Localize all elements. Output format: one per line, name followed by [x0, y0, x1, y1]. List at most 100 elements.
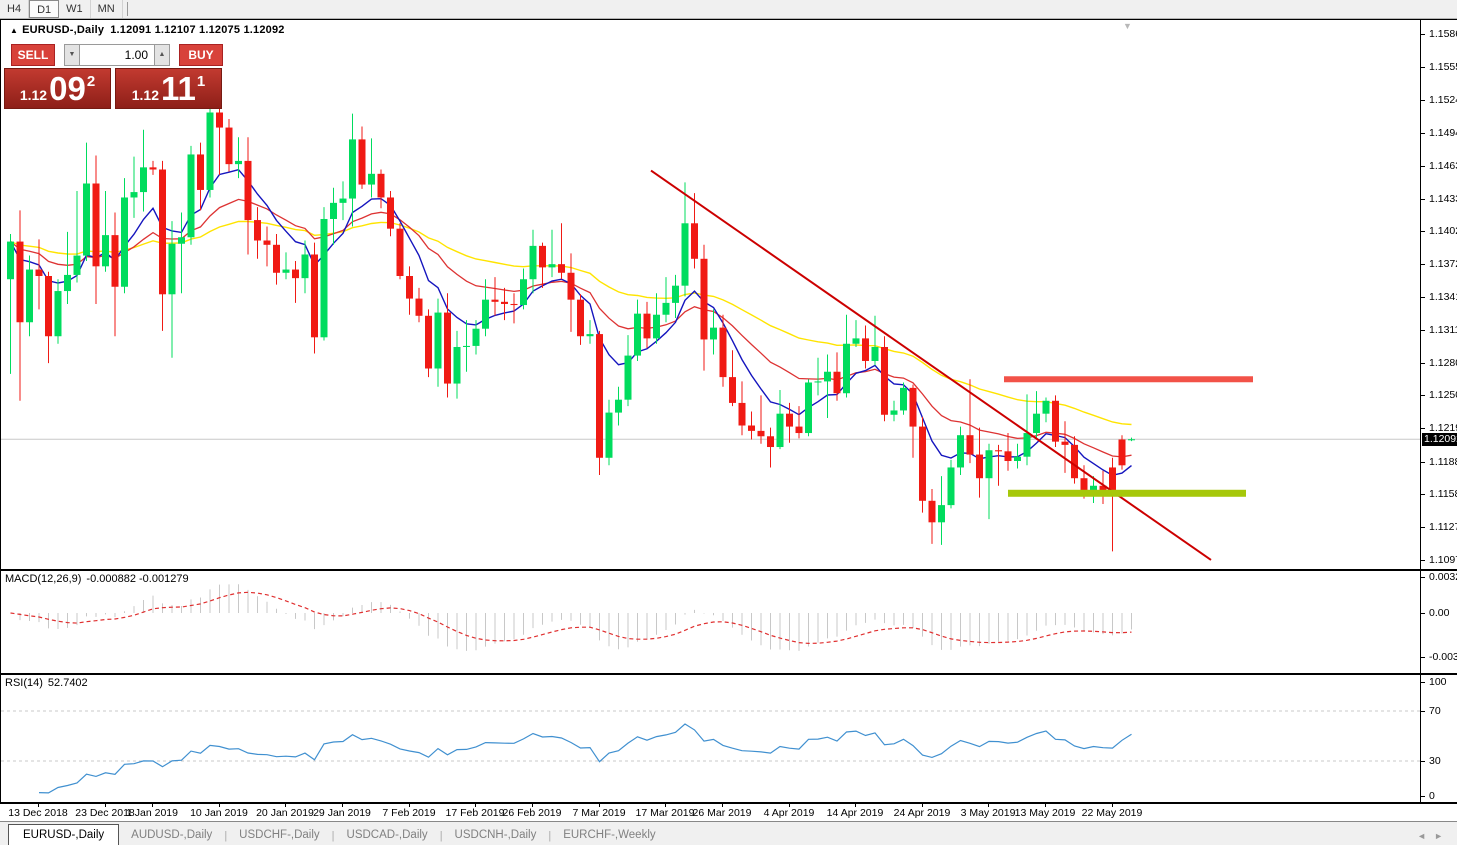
axis-tick-label: 1.12805 [1429, 357, 1457, 369]
tab-audusd-daily[interactable]: AUDUSD-,Daily [119, 825, 224, 845]
timeframe-button-h4[interactable]: H4 [0, 0, 29, 18]
axis-tick [1421, 613, 1425, 614]
time-axis[interactable]: 13 Dec 201823 Dec 20181 Jan 201910 Jan 2… [0, 802, 1457, 821]
tab-usdcad-daily[interactable]: USDCAD-,Daily [335, 825, 440, 845]
time-axis-label: 13 May 2019 [1015, 807, 1076, 819]
time-axis-label: 17 Mar 2019 [636, 807, 695, 819]
axis-tick-label: 1.11275 [1429, 521, 1457, 533]
axis-tick-label: 1.12500 [1429, 389, 1457, 401]
axis-tick [1421, 100, 1425, 101]
time-axis-label: 26 Feb 2019 [503, 807, 562, 819]
axis-tick-label: -0.00365 [1429, 651, 1457, 663]
time-axis-label: 3 May 2019 [961, 807, 1016, 819]
macd-values: -0.000882 -0.001279 [86, 573, 188, 585]
axis-tick-label: 1.14635 [1429, 160, 1457, 172]
axis-tick [1421, 264, 1425, 265]
spacer [55, 44, 64, 66]
chart-shift-icon[interactable]: ▼ [1123, 21, 1132, 31]
axis-tick [1421, 682, 1425, 683]
time-axis-label: 7 Mar 2019 [572, 807, 625, 819]
tab-eurusd-daily[interactable]: EURUSD-,Daily [8, 824, 119, 845]
toolbar-separator [127, 2, 128, 16]
axis-tick-label: 0 [1429, 790, 1435, 802]
timeframe-button-d1[interactable]: D1 [29, 0, 59, 18]
rsi-canvas[interactable] [1, 675, 1420, 802]
chart-ohlc-values: 1.12091 1.12107 1.12075 1.12092 [110, 24, 284, 36]
time-axis-label: 17 Feb 2019 [446, 807, 505, 819]
chart-window: ▲EURUSD-,Daily1.12091 1.12107 1.12075 1.… [0, 19, 1457, 802]
buy-price-box[interactable]: 1.12 11 1 [115, 68, 222, 109]
volume-down-button[interactable]: ▼ [64, 44, 80, 66]
axis-tick [1421, 428, 1425, 429]
axis-tick [1421, 199, 1425, 200]
axis-tick-label: 0.003287 [1429, 571, 1457, 583]
macd-panel: MACD(12,26,9)-0.000882 -0.001279 [1, 569, 1420, 673]
time-axis-label: 20 Jan 2019 [256, 807, 314, 819]
tab-eurchf-weekly[interactable]: EURCHF-,Weekly [551, 825, 667, 845]
axis-tick-label: 1.10970 [1429, 554, 1457, 566]
price-axis[interactable]: 1.158601.155501.152451.149401.146351.143… [1420, 20, 1457, 802]
spacer [170, 44, 179, 66]
main-chart-panel: ▲EURUSD-,Daily1.12091 1.12107 1.12075 1.… [1, 20, 1420, 569]
axis-tick [1421, 133, 1425, 134]
tab-usdchf-daily[interactable]: USDCHF-,Daily [227, 825, 332, 845]
buy-price-pip: 1 [197, 73, 205, 90]
time-axis-label: 26 Mar 2019 [693, 807, 752, 819]
volume-input[interactable]: 1.00 [80, 44, 154, 66]
time-axis-label: 29 Jan 2019 [313, 807, 371, 819]
rsi-panel: RSI(14)52.7402 [1, 673, 1420, 802]
axis-tick-label: 1.11580 [1429, 488, 1457, 500]
axis-tick [1421, 395, 1425, 396]
axis-tick-label: 1.14025 [1429, 225, 1457, 237]
sell-price-prefix: 1.12 [20, 87, 47, 103]
time-axis-label: 7 Feb 2019 [382, 807, 435, 819]
axis-tick-label: 1.14940 [1429, 127, 1457, 139]
axis-tick [1421, 577, 1425, 578]
collapse-arrow-icon[interactable]: ▲ [10, 26, 18, 35]
price-axis-main[interactable]: 1.158601.155501.152451.149401.146351.143… [1421, 20, 1457, 569]
chart-tab-bar: EURUSD-,DailyAUDUSD-,Daily|USDCHF-,Daily… [0, 821, 1457, 845]
macd-canvas[interactable] [1, 571, 1420, 673]
axis-tick-label: 1.13415 [1429, 291, 1457, 303]
sell-price-main: 09 [49, 70, 86, 107]
time-axis-label: 4 Apr 2019 [764, 807, 815, 819]
sell-price-box[interactable]: 1.12 09 2 [4, 68, 111, 109]
buy-price-main: 11 [161, 70, 196, 107]
timeframe-button-mn[interactable]: MN [91, 0, 123, 18]
axis-tick [1421, 657, 1425, 658]
buy-button[interactable]: BUY [179, 44, 223, 66]
price-axis-macd[interactable]: 0.0032870.00-0.00365 [1421, 569, 1457, 673]
buy-price-prefix: 1.12 [132, 87, 159, 103]
axis-tick [1421, 231, 1425, 232]
axis-tick-label: 1.13720 [1429, 258, 1457, 270]
axis-tick-label: 70 [1429, 705, 1441, 717]
tab-nav-right-icon[interactable]: ► [1434, 831, 1451, 841]
axis-tick-label: 1.13110 [1429, 324, 1457, 336]
axis-tick-label: 1.11885 [1429, 456, 1457, 468]
sell-button[interactable]: SELL [11, 44, 55, 66]
one-click-trading-widget: SELL ▼ 1.00 ▲ BUY 1.12 09 2 1.12 [4, 44, 223, 109]
time-axis-label: 24 Apr 2019 [894, 807, 951, 819]
rsi-label: RSI(14)52.7402 [5, 677, 88, 689]
axis-tick [1421, 527, 1425, 528]
axis-tick [1421, 363, 1425, 364]
time-axis-label: 22 May 2019 [1082, 807, 1143, 819]
axis-tick [1421, 711, 1425, 712]
timeframe-button-w1[interactable]: W1 [59, 0, 91, 18]
sell-price-pip: 2 [87, 73, 95, 90]
tab-nav-left-icon[interactable]: ◄ [1417, 831, 1434, 841]
axis-tick [1421, 560, 1425, 561]
axis-tick-label: 100 [1429, 676, 1447, 688]
axis-tick [1421, 462, 1425, 463]
time-axis-label: 10 Jan 2019 [190, 807, 248, 819]
axis-tick [1421, 34, 1425, 35]
tab-usdcnh-daily[interactable]: USDCNH-,Daily [443, 825, 549, 845]
time-axis-label: 14 Apr 2019 [827, 807, 884, 819]
tab-nav-arrows[interactable]: ◄► [1417, 831, 1451, 841]
chart-header: ▲EURUSD-,Daily1.12091 1.12107 1.12075 1.… [10, 24, 285, 36]
volume-up-button[interactable]: ▲ [154, 44, 170, 66]
price-axis-rsi[interactable]: 10070300 [1421, 673, 1457, 802]
axis-tick [1421, 796, 1425, 797]
macd-label: MACD(12,26,9)-0.000882 -0.001279 [5, 573, 189, 585]
axis-tick [1421, 67, 1425, 68]
